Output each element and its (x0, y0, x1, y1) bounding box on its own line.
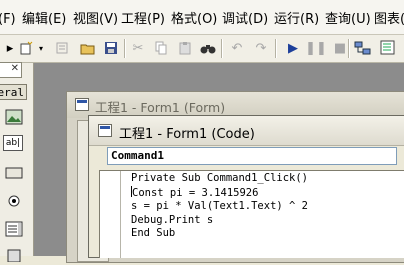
save-icon[interactable] (101, 38, 121, 58)
open-folder-icon[interactable] (78, 38, 98, 58)
toolbar-separator (124, 39, 126, 58)
form-window-title: 工程1 - Form1 (Form) (95, 100, 226, 115)
form-window-icon (75, 98, 89, 111)
find-icon[interactable] (198, 38, 218, 58)
code-line: Const pi = 3.1415926 (131, 185, 259, 199)
optionbutton-tool-icon[interactable] (3, 191, 25, 211)
menu-editor-icon[interactable] (52, 38, 72, 58)
menu-query[interactable]: 查询(U) (325, 11, 371, 29)
undo-icon[interactable]: ↶ (227, 38, 247, 58)
cut-icon[interactable]: ✂ (128, 38, 148, 58)
toolbar-separator (221, 39, 223, 58)
code-window-titlebar[interactable]: 工程1 - Form1 (Code) (89, 116, 404, 146)
code-window[interactable]: 工程1 - Form1 (Code) Command1 Private Sub … (88, 115, 404, 258)
menu-project[interactable]: 工程(P) (121, 11, 165, 29)
add-form-dropdown-icon[interactable]: ▾ (31, 38, 51, 58)
code-line: Private Sub Command1_Click() (131, 172, 309, 184)
code-line: s = pi * Val(Text1.Text) ^ 2 (131, 200, 309, 212)
code-window-icon (98, 124, 112, 137)
timer-tool-icon[interactable] (3, 245, 25, 265)
menu-edit[interactable]: 编辑(E) (22, 11, 66, 29)
paste-icon[interactable] (175, 38, 195, 58)
toolbox-title-bar: ✕ (0, 62, 22, 78)
code-line: End Sub (131, 227, 176, 239)
menu-file[interactable]: (F) (0, 11, 16, 29)
close-icon[interactable]: ✕ (11, 63, 19, 74)
menu-bar: (F) 编辑(E) 视图(V) 工程(P) 格式(O) 调试(D) 运行(R) … (0, 0, 404, 35)
listbox-tool-icon[interactable] (3, 219, 25, 239)
menu-diagram[interactable]: 图表( (374, 11, 404, 29)
code-margin (100, 171, 121, 258)
toolbar-separator (348, 39, 350, 58)
toolbar-separator (275, 39, 277, 58)
code-line: Debug.Print s (131, 213, 214, 226)
picturebox-tool-icon[interactable] (3, 107, 25, 127)
commandbutton-tool-icon[interactable] (3, 163, 25, 183)
code-editor[interactable]: Private Sub Command1_Click() Const pi = 3… (99, 170, 404, 258)
redo-icon[interactable]: ↷ (251, 38, 271, 58)
code-text[interactable]: Private Sub Command1_Click() Const pi = 3… (131, 172, 308, 241)
break-icon[interactable]: ❚❚ (305, 38, 327, 58)
start-icon[interactable]: ▶ (283, 38, 303, 58)
menu-view[interactable]: 视图(V) (73, 11, 118, 29)
tab-general[interactable]: eral (0, 84, 27, 100)
object-combo[interactable]: Command1 (107, 147, 397, 165)
properties-window-icon[interactable] (378, 38, 398, 58)
textbox-tool-icon[interactable]: ab| (3, 135, 23, 151)
code-window-title: 工程1 - Form1 (Code) (119, 127, 255, 142)
toolbox-panel: ✕ eral ab| (0, 62, 34, 262)
end-icon[interactable]: ■ (330, 38, 350, 58)
standard-toolbar: ▸ ▾ ✂ ↶ ↷ ▶ ❚❚ ■ (0, 35, 404, 63)
copy-icon[interactable] (151, 38, 171, 58)
project-explorer-icon[interactable] (353, 38, 373, 58)
menu-format[interactable]: 格式(O) (171, 11, 217, 29)
menu-run[interactable]: 运行(R) (274, 11, 319, 29)
menu-debug[interactable]: 调试(D) (222, 11, 268, 29)
